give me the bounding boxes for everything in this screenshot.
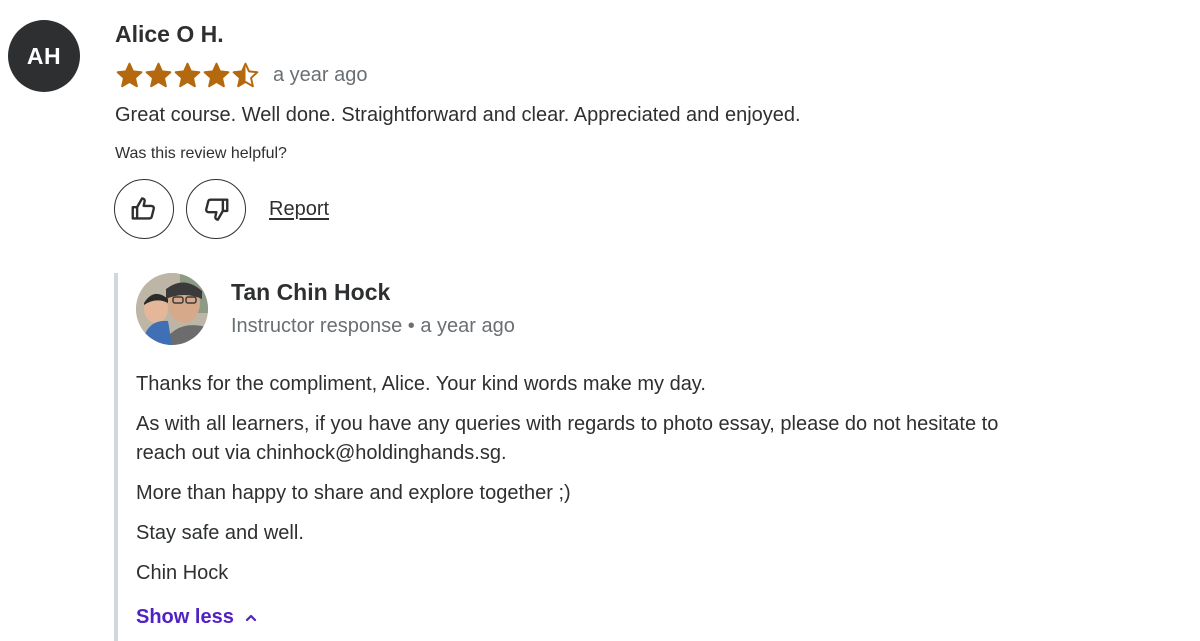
response-time: a year ago bbox=[420, 315, 515, 337]
rating-row: a year ago bbox=[115, 60, 368, 90]
report-link[interactable]: Report bbox=[269, 198, 329, 221]
thumbs-up-icon bbox=[131, 197, 156, 220]
response-paragraph: More than happy to share and explore tog… bbox=[136, 482, 571, 504]
show-less-label: Show less bbox=[136, 606, 234, 628]
vote-row: Report bbox=[114, 179, 329, 239]
thumbs-down-icon bbox=[204, 198, 229, 221]
instructor-name: Tan Chin Hock bbox=[231, 279, 391, 305]
show-less-button[interactable]: Show less bbox=[136, 606, 258, 629]
response-paragraph: Thanks for the compliment, Alice. Your k… bbox=[136, 373, 706, 395]
response-body: Thanks for the compliment, Alice. Your k… bbox=[136, 370, 1016, 599]
response-paragraph: Chin Hock bbox=[136, 562, 229, 584]
response-paragraph: As with all learners, if you have any qu… bbox=[136, 413, 999, 464]
star-rating bbox=[115, 61, 260, 90]
thumbs-up-button[interactable] bbox=[114, 179, 174, 239]
instructor-avatar bbox=[136, 273, 208, 345]
reviewer-initials: AH bbox=[26, 42, 62, 69]
chevron-up-icon bbox=[245, 614, 256, 621]
star-full-icon bbox=[116, 62, 143, 87]
response-divider bbox=[114, 273, 118, 641]
reviewer-name: Alice O H. bbox=[115, 21, 224, 47]
response-role: Instructor response bbox=[231, 315, 403, 337]
star-full-icon bbox=[145, 62, 172, 87]
star-full-icon bbox=[203, 62, 230, 87]
review-text: Great course. Well done. Straightforward… bbox=[115, 104, 801, 126]
review-time: a year ago bbox=[273, 63, 368, 86]
thumbs-down-button[interactable] bbox=[186, 179, 246, 239]
response-paragraph: Stay safe and well. bbox=[136, 522, 304, 544]
meta-separator: • bbox=[407, 315, 415, 337]
helpful-question: Was this review helpful? bbox=[115, 145, 287, 162]
instructor-photo bbox=[136, 273, 208, 345]
instructor-response-meta: Instructor response • a year ago bbox=[231, 315, 515, 338]
reviewer-avatar: AH bbox=[8, 20, 80, 92]
star-half-icon bbox=[232, 62, 259, 87]
star-full-icon bbox=[174, 62, 201, 87]
